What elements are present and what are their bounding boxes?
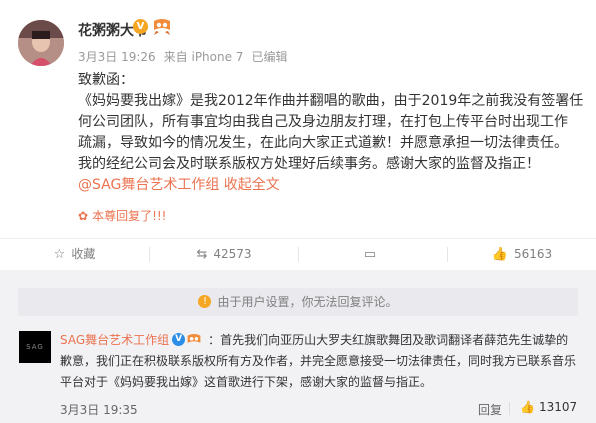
comment-like-button[interactable]: 👍 13107 [520, 400, 577, 414]
repost-button[interactable]: ⇆ 42573 [150, 239, 298, 270]
comment-reply-button[interactable]: 回复 [478, 401, 502, 418]
mention-link[interactable]: @SAG舞台艺术工作组 [78, 177, 219, 193]
comment-icon: ▭ [363, 247, 377, 262]
favorite-button[interactable]: ☆ 收藏 [0, 239, 149, 270]
reply-notice-text: 本尊回复了!!! [92, 209, 167, 223]
thumbs-up-icon: 👍 [491, 247, 508, 262]
collapse-text-link[interactable]: 收起全文 [224, 177, 280, 193]
flower-icon: ✿ [78, 209, 89, 223]
comment-line: 歉意，我们正在积极联系版权所有方及作者，并完全愿意接受一切法律责任，同时我方已联… [60, 354, 577, 368]
comment-line: 平台对于《妈妈要我出嫁》这首歌进行下架，感谢大家的监督与指正。 [60, 375, 433, 389]
comment-time: 3月3日 19:35 [60, 403, 138, 417]
thumbs-up-icon: 👍 [520, 400, 535, 414]
repost-count: 42573 [213, 247, 252, 261]
post-line: 《妈妈要我出嫁》是我2012年作曲并翻唱的歌曲，由于2019年之前我没有签署任 [78, 93, 584, 109]
post-meta: 3月3日 19:26 来自 iPhone 7 已编辑 [78, 48, 295, 65]
post-line: 我的经纪公司会及时联系版权方处理好后续事务。感谢大家的监督及指正！ [78, 156, 540, 172]
user-avatar[interactable] [18, 20, 64, 66]
post-body: 致歉函： 《妈妈要我出嫁》是我2012年作曲并翻唱的歌曲，由于2019年之前我没… [78, 70, 584, 196]
comment-username[interactable]: SAG舞台艺术工作组 [60, 333, 169, 347]
warning-icon: ! [198, 295, 212, 308]
blue-verified-icon: V [172, 333, 186, 346]
member-ribbon-icon [187, 333, 201, 343]
like-button[interactable]: 👍 56163 [448, 239, 596, 270]
action-bar: ☆ 收藏 ⇆ 42573 ▭ 👍 56163 [0, 238, 596, 271]
reply-restriction-notice: ! 由于用户设置，你无法回复评论。 [18, 288, 578, 316]
notice-text: 由于用户设置，你无法回复评论。 [217, 295, 398, 309]
comment-avatar[interactable]: SAG [19, 331, 51, 363]
verified-badge-icon: V [133, 19, 148, 34]
reply-notice: ✿ 本尊回复了!!! [78, 207, 167, 224]
like-count: 56163 [514, 247, 553, 261]
post-line: 疏漏，导致如今的情况发生，在此向大家正式道歉！并愿意承担一切法律责任。 [78, 135, 568, 151]
post-line: 何公司团队，所有事宜均由我自己及身边朋友打理，在打包上传平台时出现工作 [78, 114, 568, 130]
member-ribbon-icon [154, 19, 170, 35]
divider [509, 402, 510, 415]
comment-body: SAG舞台艺术工作组 V ：首先我们向亚历山大罗夫红旗歌舞团及歌词翻译者薛范先生诚… [60, 330, 580, 393]
post-date[interactable]: 3月3日 19:26 [78, 50, 156, 64]
post-edited[interactable]: 已编辑 [251, 50, 287, 64]
comment-button[interactable]: ▭ [299, 239, 447, 270]
favorite-label: 收藏 [71, 247, 96, 261]
comment-line: 首先我们向亚历山大罗夫红旗歌舞团及歌词翻译者薛范先生诚挚的 [220, 333, 569, 347]
star-icon: ☆ [53, 247, 66, 262]
post-source: 来自 iPhone 7 [163, 50, 244, 64]
post-line: 致歉函： [78, 72, 134, 88]
repost-icon: ⇆ [196, 247, 208, 262]
comment-like-count: 13107 [538, 400, 578, 414]
